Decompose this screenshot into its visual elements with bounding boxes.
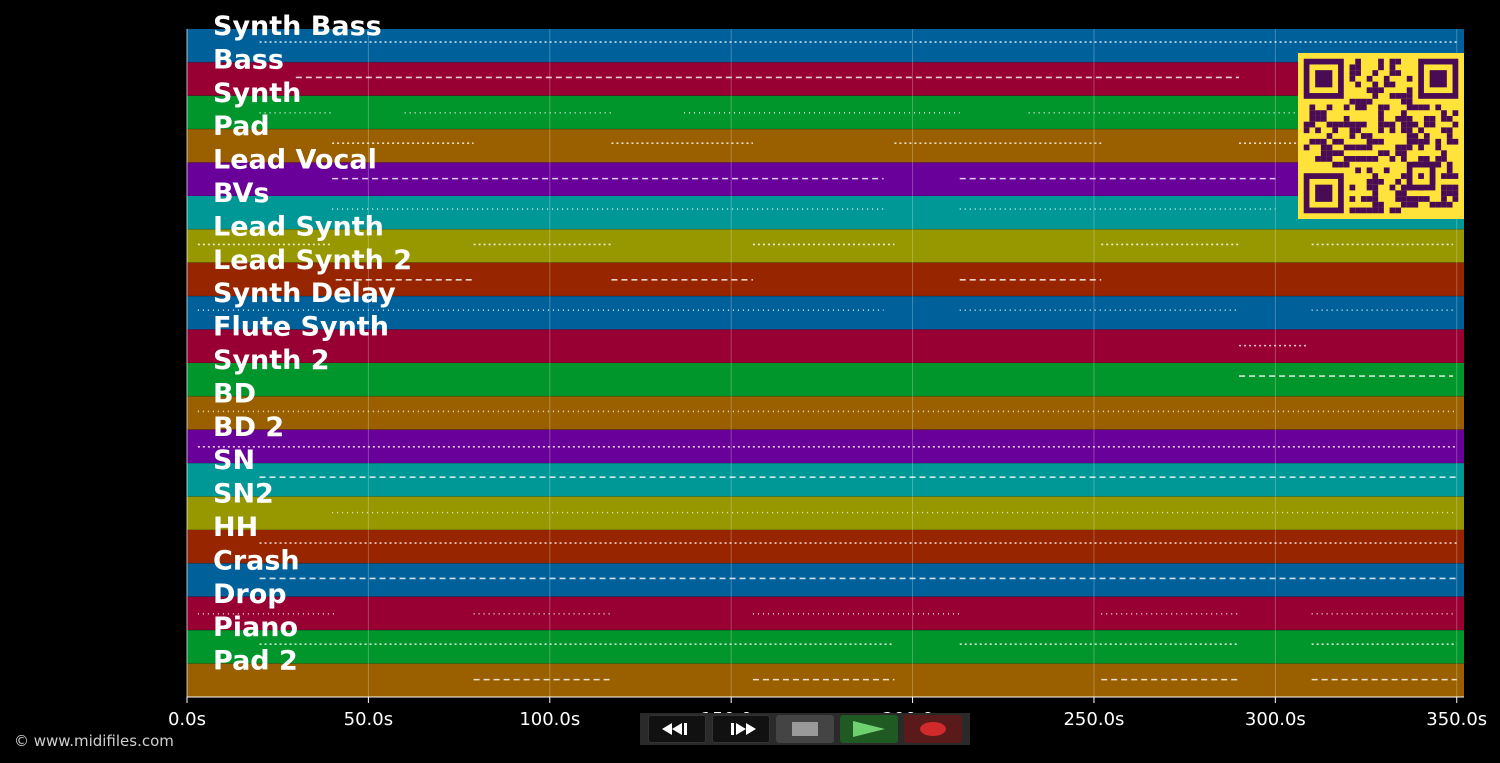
track-label: BD xyxy=(213,378,256,409)
track-lanes xyxy=(187,29,1464,698)
track-label: BD 2 xyxy=(213,412,284,443)
track-label: Synth Delay xyxy=(213,278,396,309)
track-label: Crash xyxy=(213,545,300,576)
track-label: HH xyxy=(213,512,258,543)
rewind-button[interactable] xyxy=(648,715,706,743)
fast-forward-icon xyxy=(731,723,756,735)
x-tick-label: 50.0s xyxy=(344,709,393,730)
track-label: Drop xyxy=(213,579,287,610)
track-lane xyxy=(187,396,1464,430)
record-icon xyxy=(920,722,946,736)
x-tick-label: 350.0s xyxy=(1426,709,1487,730)
track-lane xyxy=(187,463,1464,497)
fast-forward-button[interactable] xyxy=(712,715,770,743)
track-label: Synth 2 xyxy=(213,345,330,376)
track-lane xyxy=(187,62,1464,96)
track-lane xyxy=(187,530,1464,564)
transport-controls xyxy=(640,713,970,745)
track-label: BVs xyxy=(213,178,269,209)
track-lane xyxy=(187,363,1464,397)
play-icon xyxy=(853,721,885,737)
track-lane xyxy=(187,95,1464,130)
x-tick-label: 250.0s xyxy=(1063,709,1124,730)
track-label: Lead Synth 2 xyxy=(213,245,412,276)
x-tick-label: 0.0s xyxy=(168,709,206,730)
track-label: Synth Bass xyxy=(213,11,382,42)
track-lane xyxy=(187,596,1464,631)
track-label: Synth xyxy=(213,78,301,109)
track-lane xyxy=(187,129,1464,163)
track-lane xyxy=(187,563,1464,597)
stop-button[interactable] xyxy=(776,715,834,743)
track-label: Piano xyxy=(213,612,298,643)
x-tick-label: 100.0s xyxy=(519,709,580,730)
stop-icon xyxy=(792,722,818,736)
track-label: Bass xyxy=(213,44,284,75)
qr-code-pattern xyxy=(1303,58,1459,214)
track-label: Pad 2 xyxy=(213,646,298,677)
rewind-icon xyxy=(662,723,687,735)
piano-roll-chart: Synth BassBassSynthPadLead VocalBVsLead … xyxy=(168,11,1487,730)
track-lane xyxy=(187,630,1464,664)
track-label: SN xyxy=(213,445,255,476)
track-label: Lead Synth xyxy=(213,211,384,242)
qr-code-image xyxy=(1298,53,1464,219)
record-button[interactable] xyxy=(904,715,962,743)
track-label: Flute Synth xyxy=(213,312,389,343)
track-label: SN2 xyxy=(213,479,274,510)
track-label: Pad xyxy=(213,111,270,142)
copyright-credit: © www.midifiles.com xyxy=(14,732,174,750)
play-button[interactable] xyxy=(840,715,898,743)
track-label: Lead Vocal xyxy=(213,145,377,176)
x-tick-label: 300.0s xyxy=(1245,709,1306,730)
